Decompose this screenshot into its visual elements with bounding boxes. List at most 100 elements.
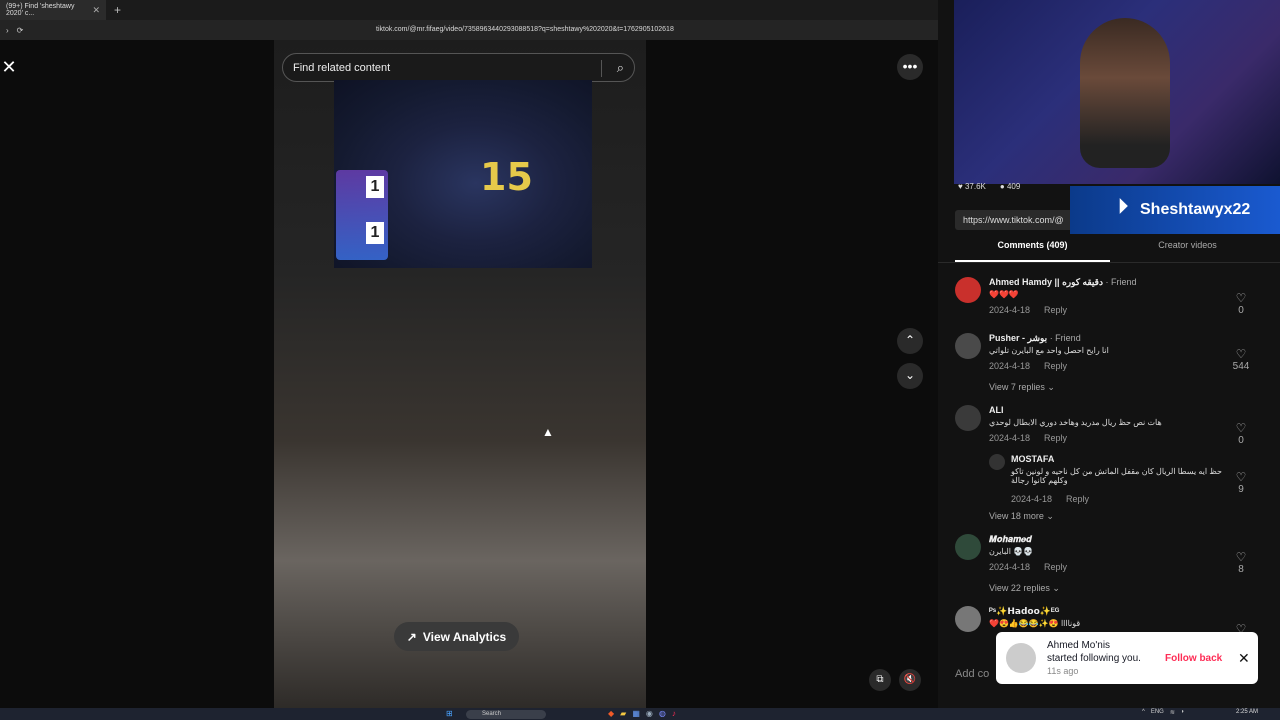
video-link[interactable]: https://www.tiktok.com/@ [955, 210, 1075, 230]
folder-icon[interactable]: ▰ [620, 709, 626, 718]
comment-author[interactable]: Pusher - بوشر · Friend [989, 333, 1081, 344]
comment-meta: 2024-4-18 Reply [989, 361, 1068, 371]
comment-like[interactable]: ♡ 0 [1229, 291, 1253, 316]
steam-icon[interactable]: ◉ [646, 709, 653, 718]
taskbar-clock[interactable]: 2:25 AM [1236, 709, 1258, 715]
comment-stat[interactable]: ● 409 [1000, 182, 1020, 191]
comment-author[interactable]: MOSTAFA [1011, 454, 1054, 464]
search-icon[interactable]: ⌕ [617, 60, 624, 76]
comment-text: هات نص حظ ريال مدريد وهاخد دوري الابطال … [989, 418, 1162, 427]
mouse-cursor-icon: ▲ [542, 425, 554, 439]
jersey-number: 15 [480, 155, 533, 199]
tiktok-icon[interactable]: ♪ [672, 709, 676, 718]
avatar[interactable] [955, 333, 981, 359]
comment-author[interactable]: ALI [989, 405, 1004, 415]
previous-video-button[interactable]: ⌃ [897, 328, 923, 354]
url-text[interactable]: tiktok.com/@mr.fifaeg/video/735896344029… [376, 26, 674, 33]
tab-comments[interactable]: Comments (409) [955, 240, 1110, 262]
close-icon[interactable]: ✕ [0, 55, 18, 79]
comment-item: 𝑴𝒐𝒉𝒂𝒎𝒆𝒅 البايرن 💀💀 2024-4-18 Reply ♡ 8 Vie… [955, 534, 1265, 594]
avatar[interactable] [955, 606, 981, 632]
channel-name: Sheshtawyx22 [1140, 201, 1251, 218]
heart-outline-icon: ♡ [1235, 347, 1247, 361]
comment-meta: 2024-4-18 Reply [1011, 494, 1090, 504]
heart-outline-icon: ♡ [1235, 550, 1247, 564]
follow-back-button[interactable]: Follow back [1165, 653, 1222, 664]
analytics-label: View Analytics [422, 629, 507, 644]
reply-button[interactable]: Reply [1044, 361, 1067, 371]
comment-meta: 2024-4-18 Reply [989, 433, 1068, 443]
close-icon[interactable]: ✕ [1238, 650, 1250, 667]
comment-item: Ahmed Hamdy || دقيقه كوره · Friend ❤️❤️❤… [955, 277, 1265, 327]
volume-icon[interactable]: ◗ [1181, 709, 1185, 716]
comment-like[interactable]: ♡ 0 [1229, 421, 1253, 446]
pip-button[interactable]: ⧉ [869, 669, 891, 691]
comment-like[interactable]: ♡ 544 [1229, 347, 1253, 372]
like-stat[interactable]: ♥ 37.6K [958, 182, 986, 191]
brave-icon[interactable]: ◆ [608, 709, 614, 718]
system-tray: ^ ENG ≋ ◗ [1142, 709, 1185, 716]
view-replies-button[interactable]: View 22 replies ⌄ [989, 583, 1060, 594]
score-bottom: 1 [366, 222, 384, 244]
reply-button[interactable]: Reply [1044, 562, 1067, 572]
language-indicator[interactable]: ENG [1151, 709, 1164, 716]
like-count: 37.6K [964, 182, 986, 191]
follow-notification: Ahmed Mo'nis started following you. 11s … [996, 632, 1258, 684]
tab-close-icon[interactable]: ✕ [92, 5, 100, 16]
next-video-button[interactable]: ⌄ [897, 363, 923, 389]
comment-author[interactable]: Ahmed Hamdy || دقيقه كوره · Friend [989, 277, 1136, 288]
more-options-button[interactable]: ••• [897, 54, 923, 80]
reply-button[interactable]: Reply [1066, 494, 1089, 504]
wifi-icon[interactable]: ≋ [1170, 709, 1175, 716]
comment-like[interactable]: ♡ 8 [1229, 550, 1253, 575]
comment-text: البايرن 💀💀 [989, 547, 1034, 556]
forward-icon[interactable]: › [6, 26, 9, 35]
new-tab-button[interactable]: + [114, 3, 121, 17]
reload-icon[interactable]: ⟳ [17, 26, 24, 35]
store-icon[interactable]: ▦ [632, 709, 640, 718]
comment-text: انا رايح احصل واحد مع البايرن تلواتي [989, 346, 1109, 355]
comment-text: حظ ايه يسطا الريال كان مقفل الماتش من كل… [1011, 467, 1222, 485]
comment-meta: 2024-4-18 Reply [989, 305, 1068, 315]
comment-count: 409 [1006, 182, 1021, 191]
reply-button[interactable]: Reply [1044, 433, 1067, 443]
add-comment-input[interactable]: Add co [955, 668, 995, 680]
tabs-divider [938, 262, 1280, 263]
windows-start-icon[interactable]: ⊞ [446, 709, 453, 718]
channel-banner: ⏵ Sheshtawyx22 [1070, 186, 1280, 234]
avatar[interactable] [955, 405, 981, 431]
follower-name[interactable]: Ahmed Mo'nis [1047, 640, 1110, 651]
taskbar-search[interactable]: Search [466, 710, 546, 719]
comments-tabs: Comments (409) Creator videos [955, 240, 1265, 262]
streamer-image [1080, 18, 1170, 168]
heart-outline-icon: ♡ [1235, 291, 1247, 305]
discord-icon[interactable]: ◍ [659, 709, 666, 718]
tab-creator-videos[interactable]: Creator videos [1110, 240, 1265, 262]
comment-author[interactable]: ᴾˢ✨𝗛𝗮𝗱𝗼𝗼✨ᴱᴳ [989, 606, 1059, 617]
view-more-replies-button[interactable]: View 18 more ⌄ [989, 511, 1054, 522]
comment-item: ALI هات نص حظ ريال مدريد وهاخد دوري الاب… [955, 405, 1265, 449]
comment-text: ❤️❤️❤️ [989, 290, 1019, 299]
search-input[interactable]: Find related content ⌕ [282, 53, 635, 82]
comment-text: ❤️😍👍😂😂✨😍 قوناااا [989, 619, 1081, 628]
avatar[interactable] [1006, 643, 1036, 673]
comment-item: Pusher - بوشر · Friend انا رايح احصل واح… [955, 333, 1265, 395]
view-replies-button[interactable]: View 7 replies ⌄ [989, 382, 1055, 393]
avatar[interactable] [955, 534, 981, 560]
mute-button[interactable]: 🔇 [899, 669, 921, 691]
avatar[interactable] [989, 454, 1005, 470]
comment-author[interactable]: 𝑴𝒐𝒉𝒂𝒎𝒆𝒅 [989, 534, 1032, 545]
playstation-icon: ⏵ [1118, 196, 1128, 218]
comment-icon: ● [999, 182, 1005, 191]
comment-like[interactable]: ♡ 9 [1229, 470, 1253, 495]
notification-message: started following you. [1047, 653, 1141, 664]
avatar[interactable] [955, 277, 981, 303]
heart-outline-icon: ♡ [1235, 421, 1247, 435]
chevron-up-icon[interactable]: ^ [1142, 709, 1145, 716]
search-divider [601, 60, 602, 77]
search-placeholder: Find related content [293, 61, 391, 74]
view-analytics-button[interactable]: ↗ View Analytics [394, 622, 519, 651]
reply-button[interactable]: Reply [1044, 305, 1067, 315]
browser-tab[interactable]: (99+) Find 'sheshtawy 2020' c... ✕ [0, 0, 106, 20]
heart-outline-icon: ♡ [1235, 470, 1247, 484]
